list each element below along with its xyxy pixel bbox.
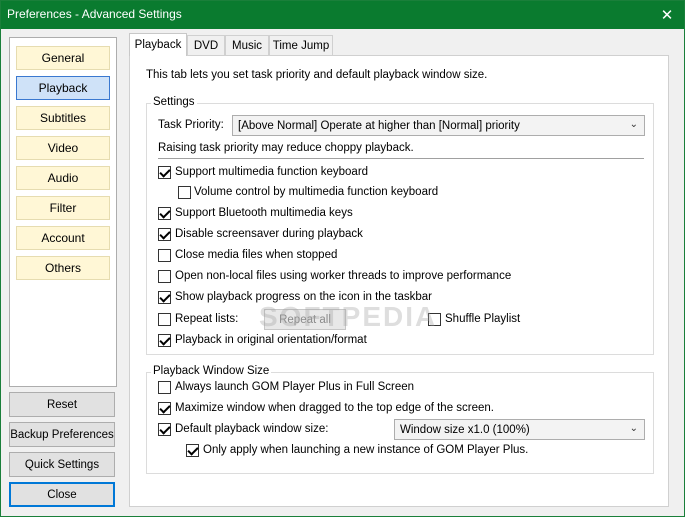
tab-playback[interactable]: Playback xyxy=(129,33,187,56)
disable-screensaver-label: Disable screensaver during playback xyxy=(175,228,363,240)
tab-music[interactable]: Music xyxy=(225,35,269,55)
worker-threads-checkbox[interactable] xyxy=(158,270,171,283)
tab-time-jump[interactable]: Time Jump xyxy=(269,35,333,55)
full-screen-checkbox[interactable] xyxy=(158,381,171,394)
task-priority-label: Task Priority: xyxy=(158,119,224,131)
bluetooth-keys-checkbox[interactable] xyxy=(158,207,171,220)
task-priority-value: [Above Normal] Operate at higher than [N… xyxy=(238,119,520,132)
disable-screensaver-checkbox[interactable] xyxy=(158,228,171,241)
volume-control-checkbox[interactable] xyxy=(178,186,191,199)
close-media-checkbox[interactable] xyxy=(158,249,171,262)
maximize-drag-checkbox[interactable] xyxy=(158,402,171,415)
full-screen-label: Always launch GOM Player Plus in Full Sc… xyxy=(175,381,415,393)
bluetooth-keys-label: Support Bluetooth multimedia keys xyxy=(175,207,353,219)
preferences-window: Preferences - Advanced Settings ✕ Genera… xyxy=(0,0,685,517)
nav-item-account[interactable]: Account xyxy=(16,226,110,250)
priority-note: Raising task priority may reduce choppy … xyxy=(158,142,414,154)
window-title: Preferences - Advanced Settings xyxy=(7,7,182,21)
support-multimedia-keyboard-label: Support multimedia function keyboard xyxy=(175,166,369,178)
original-orientation-checkbox[interactable] xyxy=(158,334,171,347)
nav-item-audio[interactable]: Audio xyxy=(16,166,110,190)
backup-preferences-button[interactable]: Backup Preferences xyxy=(9,422,115,447)
playback-tab-page: This tab lets you set task priority and … xyxy=(129,55,669,507)
new-instance-checkbox[interactable] xyxy=(186,444,199,457)
repeat-lists-checkbox[interactable] xyxy=(158,313,171,326)
nav-item-video[interactable]: Video xyxy=(16,136,110,160)
close-button[interactable]: Close xyxy=(9,482,115,507)
new-instance-label: Only apply when launching a new instance… xyxy=(203,444,529,456)
tab-dvd[interactable]: DVD xyxy=(187,35,225,55)
window-size-select[interactable]: Window size x1.0 (100%) ⌄ xyxy=(394,419,645,440)
shuffle-playlist-label: Shuffle Playlist xyxy=(445,313,521,325)
default-window-size-checkbox[interactable] xyxy=(158,423,171,436)
nav-item-playback[interactable]: Playback xyxy=(16,76,110,100)
close-icon[interactable]: ✕ xyxy=(650,1,684,29)
quick-settings-button[interactable]: Quick Settings xyxy=(9,452,115,477)
default-window-size-label: Default playback window size: xyxy=(175,423,329,435)
nav-item-others[interactable]: Others xyxy=(16,256,110,280)
shuffle-playlist-checkbox[interactable] xyxy=(428,313,441,326)
close-media-label: Close media files when stopped xyxy=(175,249,338,261)
worker-threads-label: Open non-local files using worker thread… xyxy=(175,270,512,282)
nav-item-subtitles[interactable]: Subtitles xyxy=(16,106,110,130)
volume-control-label: Volume control by multimedia function ke… xyxy=(194,186,439,198)
task-priority-select[interactable]: [Above Normal] Operate at higher than [N… xyxy=(232,115,645,136)
title-bar: Preferences - Advanced Settings ✕ xyxy=(1,1,684,29)
nav-item-general[interactable]: General xyxy=(16,46,110,70)
reset-button[interactable]: Reset xyxy=(9,392,115,417)
repeat-lists-label: Repeat lists: xyxy=(175,313,239,325)
intro-text: This tab lets you set task priority and … xyxy=(146,69,488,81)
settings-group-title: Settings xyxy=(151,96,197,108)
divider xyxy=(158,158,644,159)
nav-item-filter[interactable]: Filter xyxy=(16,196,110,220)
repeat-all-button[interactable]: Repeat all xyxy=(264,309,346,330)
original-orientation-label: Playback in original orientation/format xyxy=(175,334,367,346)
taskbar-progress-checkbox[interactable] xyxy=(158,291,171,304)
support-multimedia-keyboard-checkbox[interactable] xyxy=(158,166,171,179)
taskbar-progress-label: Show playback progress on the icon in th… xyxy=(175,291,432,303)
chevron-down-icon: ⌄ xyxy=(629,423,638,434)
maximize-drag-label: Maximize window when dragged to the top … xyxy=(175,402,494,414)
category-nav: General Playback Subtitles Video Audio F… xyxy=(9,37,117,387)
window-size-value: Window size x1.0 (100%) xyxy=(400,423,530,436)
chevron-down-icon: ⌄ xyxy=(629,119,638,130)
window-size-group-title: Playback Window Size xyxy=(151,365,272,377)
